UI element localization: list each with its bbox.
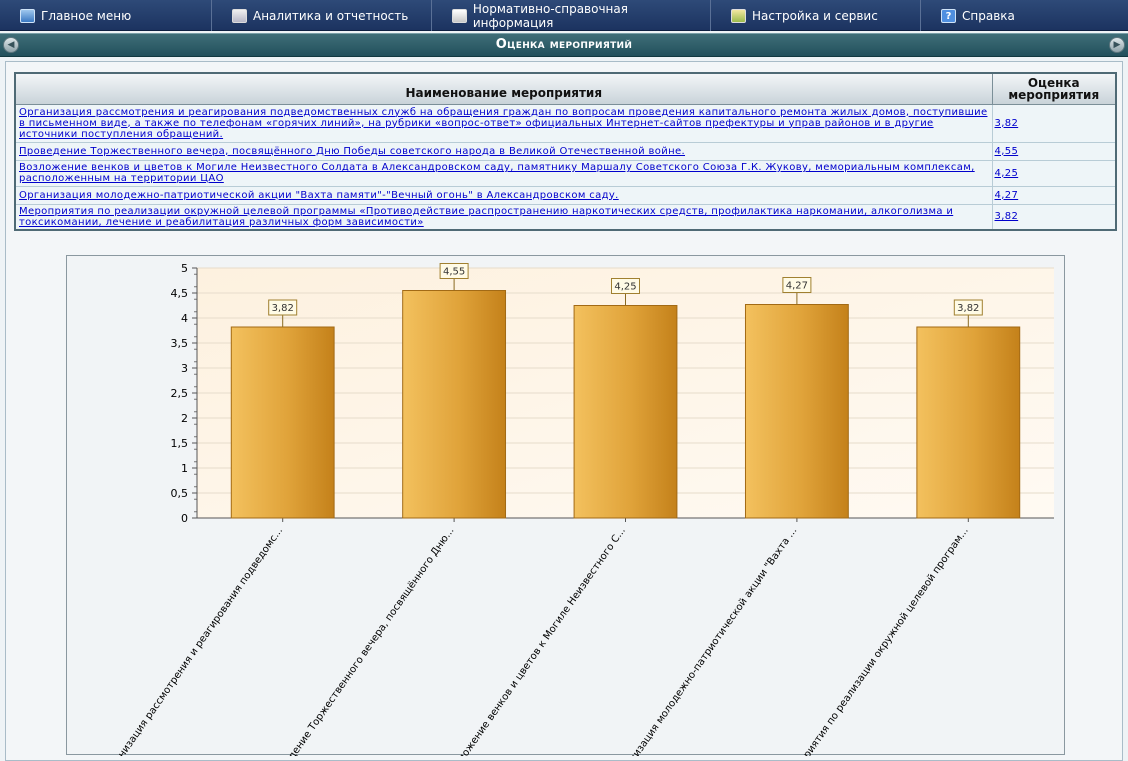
category-label: Возложение венков и цветов к Могиле Неиз… (446, 525, 628, 756)
scores-chart: 0 0,5 1 1,5 2 2,5 3 3,5 4 4,5 5 3,82 4,55 4,25 4,27 3,… (66, 255, 1065, 756)
title-bar: ◀ Оценка мероприятий ▶ (0, 33, 1128, 57)
y-tick-label: 3 (181, 362, 188, 375)
event-name-link[interactable]: Организация рассмотрения и реагирования … (19, 107, 987, 140)
bar (402, 290, 507, 519)
event-name-link[interactable]: Организация молодежно-патриотической акц… (19, 190, 619, 201)
bar (573, 305, 678, 519)
event-name-link[interactable]: Возложение венков и цветов к Могиле Неиз… (19, 162, 975, 184)
table-row: Организация молодежно-патриотической акц… (14, 185, 1117, 205)
event-score-link[interactable]: 4,27 (995, 190, 1019, 201)
y-tick-label: 0 (181, 512, 188, 525)
value-label: 3,82 (272, 303, 294, 314)
nav-forward-button[interactable]: ▶ (1109, 37, 1125, 53)
category-label: Организация рассмотрения и реагирования … (102, 525, 286, 756)
y-tick-label: 4 (181, 312, 188, 325)
value-label: 4,27 (786, 281, 808, 292)
menu-item-main[interactable]: Главное меню (0, 0, 212, 31)
y-tick-label: 2 (181, 412, 188, 425)
event-name-link[interactable]: Мероприятия по реализации окружной целев… (19, 206, 953, 228)
table-row: Проведение Торжественного вечера, посвящ… (14, 141, 1117, 161)
page-title: Оценка мероприятий (495, 37, 633, 52)
event-score-link[interactable]: 4,25 (995, 168, 1019, 179)
y-tick-label: 0,5 (171, 487, 189, 500)
y-tick-label: 2,5 (171, 387, 189, 400)
menu-item-label: Аналитика и отчетность (253, 8, 409, 23)
y-tick-label: 1,5 (171, 437, 189, 450)
category-label: Организация молодежно-патриотической акц… (613, 525, 800, 756)
menu-item-label: Настройка и сервис (752, 8, 878, 23)
events-table: Наименование мероприятия Оценка мероприя… (14, 72, 1117, 231)
menu-item-label: Справка (962, 8, 1015, 23)
value-label: 4,25 (614, 282, 636, 293)
y-tick-label: 1 (181, 462, 188, 475)
monitor-icon (20, 8, 35, 23)
y-tick-label: 3,5 (171, 337, 189, 350)
menu-item-reference[interactable]: Нормативно-справочная информация (432, 0, 711, 31)
document-search-icon (452, 8, 467, 23)
value-label: 3,82 (957, 303, 979, 314)
menu-item-settings[interactable]: Настройка и сервис (711, 0, 921, 31)
menu-item-label: Главное меню (41, 8, 132, 23)
column-header-score: Оценка мероприятия (991, 72, 1117, 105)
menu-item-label: Нормативно-справочная информация (472, 1, 628, 30)
event-score-link[interactable]: 3,82 (995, 118, 1019, 129)
category-label: Мероприятия по реализации окружной целев… (782, 525, 970, 756)
event-name-link[interactable]: Проведение Торжественного вечера, посвящ… (19, 146, 685, 157)
menu-item-analytics[interactable]: Аналитика и отчетность (212, 0, 432, 31)
menu-item-help[interactable]: ? Справка (921, 0, 1128, 31)
settings-icon (731, 8, 746, 23)
bar (916, 326, 1021, 519)
y-tick-label: 5 (181, 262, 188, 275)
book-icon (232, 8, 247, 23)
table-row: Мероприятия по реализации окружной целев… (14, 203, 1117, 231)
value-label: 4,55 (443, 267, 465, 278)
table-row: Организация рассмотрения и реагирования … (14, 103, 1117, 143)
event-score-link[interactable]: 3,82 (995, 211, 1019, 222)
bar (744, 304, 849, 519)
bar (230, 326, 335, 519)
column-header-name: Наименование мероприятия (14, 72, 993, 105)
category-label: Проведение Торжественного вечера, посвящ… (268, 525, 457, 756)
top-menu-bar: Главное меню Аналитика и отчетность Норм… (0, 0, 1128, 31)
y-tick-label: 4,5 (171, 287, 189, 300)
table-row: Возложение венков и цветов к Могиле Неиз… (14, 159, 1117, 187)
help-icon: ? (941, 8, 956, 23)
scores-chart-svg: 00,511,522,533,544,55 3,824,554,25 4,273,… (102, 262, 1054, 756)
event-score-link[interactable]: 4,55 (995, 146, 1019, 157)
